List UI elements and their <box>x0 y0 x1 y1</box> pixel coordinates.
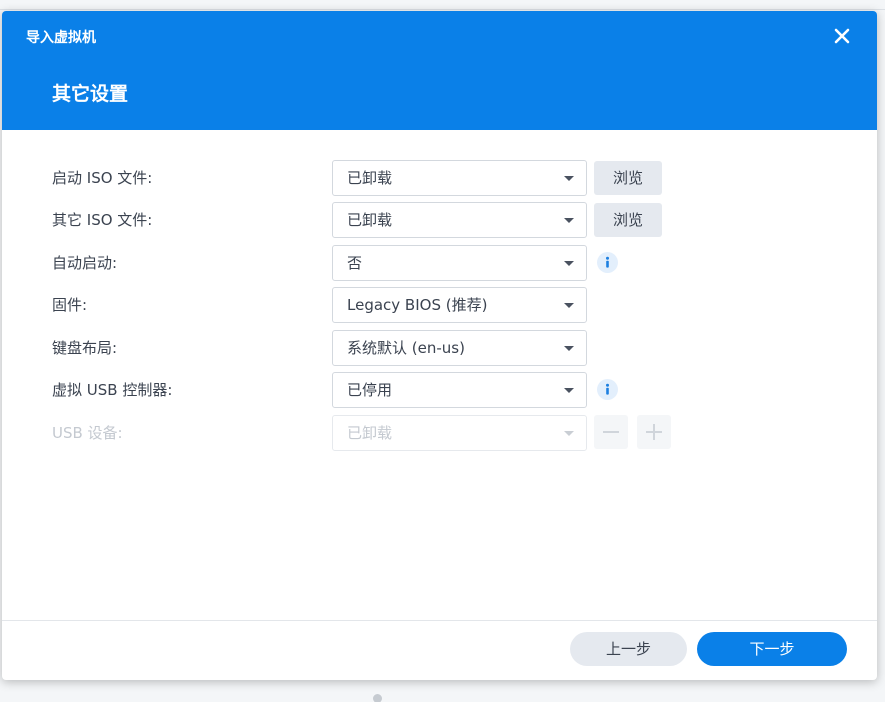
chevron-down-icon <box>564 218 574 223</box>
dialog-title: 导入虚拟机 <box>26 30 96 46</box>
usb-controller-value: 已停用 <box>347 381 393 399</box>
autostart-value: 否 <box>347 254 363 272</box>
info-icon <box>606 383 609 395</box>
previous-button[interactable]: 上一步 <box>570 632 687 666</box>
chevron-down-icon <box>564 346 574 351</box>
keyboard-layout-value: 系统默认 (en-us) <box>347 339 465 357</box>
autostart-select[interactable]: 否 <box>332 245 587 281</box>
boot-iso-select[interactable]: 已卸载 <box>332 160 587 196</box>
step-title: 其它设置 <box>52 83 129 105</box>
boot-iso-value: 已卸载 <box>347 169 393 187</box>
usb-device-label: USB 设备: <box>52 424 123 442</box>
boot-iso-browse-button[interactable]: 浏览 <box>594 161 662 195</box>
minus-icon <box>603 431 619 433</box>
background-divider <box>0 9 885 10</box>
chevron-down-icon <box>564 176 574 181</box>
usb-device-select: 已卸载 <box>332 415 587 451</box>
keyboard-layout-label: 键盘布局: <box>52 339 118 357</box>
dialog-header: 导入虚拟机 其它设置 <box>2 11 877 130</box>
import-vm-dialog: 导入虚拟机 其它设置 启动 ISO 文件: 已卸载 浏览 其它 ISO 文件: … <box>2 11 877 680</box>
usb-controller-row: 虚拟 USB 控制器: 已停用 <box>2 372 877 408</box>
other-iso-label: 其它 ISO 文件: <box>52 211 153 229</box>
chevron-down-icon <box>564 388 574 393</box>
usb-controller-label: 虚拟 USB 控制器: <box>52 381 173 399</box>
autostart-row: 自动启动: 否 <box>2 245 877 281</box>
footer-divider <box>2 620 877 621</box>
firmware-row: 固件: Legacy BIOS (推荐) <box>2 287 877 323</box>
usb-device-row: USB 设备: 已卸载 <box>2 415 877 451</box>
firmware-select[interactable]: Legacy BIOS (推荐) <box>332 287 587 323</box>
firmware-value: Legacy BIOS (推荐) <box>347 296 488 314</box>
plus-icon <box>646 424 662 440</box>
boot-iso-label: 启动 ISO 文件: <box>52 169 153 187</box>
next-button[interactable]: 下一步 <box>697 632 847 666</box>
other-iso-browse-button[interactable]: 浏览 <box>594 203 662 237</box>
autostart-label: 自动启动: <box>52 254 118 272</box>
usb-device-remove-button <box>594 415 628 449</box>
firmware-label: 固件: <box>52 296 88 314</box>
other-iso-select[interactable]: 已卸载 <box>332 202 587 238</box>
chevron-down-icon <box>564 261 574 266</box>
other-iso-value: 已卸载 <box>347 211 393 229</box>
boot-iso-row: 启动 ISO 文件: 已卸载 浏览 <box>2 160 877 196</box>
background-indicator-dot <box>373 694 382 702</box>
usb-controller-select[interactable]: 已停用 <box>332 372 587 408</box>
keyboard-layout-row: 键盘布局: 系统默认 (en-us) <box>2 330 877 366</box>
keyboard-layout-select[interactable]: 系统默认 (en-us) <box>332 330 587 366</box>
close-button[interactable] <box>830 24 854 48</box>
chevron-down-icon <box>564 303 574 308</box>
usb-controller-info-icon[interactable] <box>597 379 618 400</box>
close-icon <box>834 28 850 44</box>
usb-device-add-button <box>637 415 671 449</box>
autostart-info-icon[interactable] <box>597 252 618 273</box>
chevron-down-icon <box>564 431 574 436</box>
other-iso-row: 其它 ISO 文件: 已卸载 浏览 <box>2 202 877 238</box>
usb-device-value: 已卸载 <box>347 424 393 442</box>
info-icon <box>606 256 609 268</box>
